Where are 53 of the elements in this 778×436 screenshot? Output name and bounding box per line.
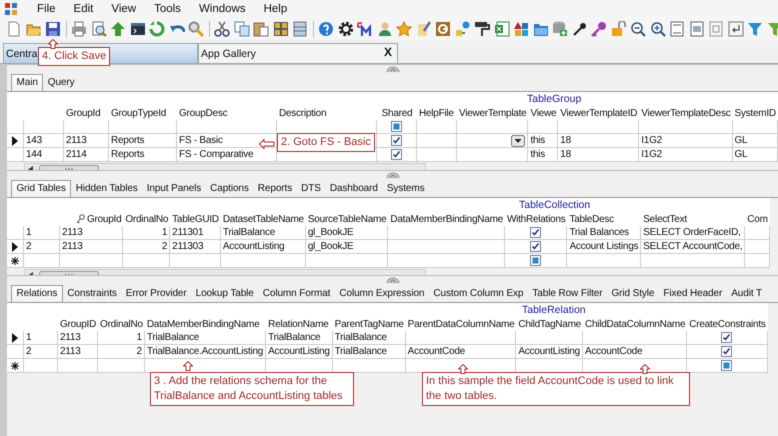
table-cell: I1G2 (639, 134, 732, 148)
table-cell: this (528, 134, 558, 148)
grid-title: TableRelation (522, 304, 586, 316)
callout-tooltip: In this sample the field AccountCode is used to link the two tables. (422, 372, 690, 406)
table-cell: 2113 (58, 331, 98, 345)
table-cell: 1 (24, 331, 58, 345)
table-cell: 2113 (60, 240, 124, 254)
table-cell: GL (732, 148, 778, 162)
table-cell: TrialBalance (266, 331, 333, 345)
table-cell: SELECT AccountCode, (641, 240, 746, 254)
grid-title: TableCollection (519, 199, 590, 211)
table-cell: 211301 (170, 226, 221, 240)
table-cell: 144 (24, 148, 64, 162)
table-cell: this (528, 148, 558, 162)
callout-tooltip: 4. Click Save (38, 47, 110, 66)
callout-tooltip: 2. Goto FS - Basic (277, 133, 375, 152)
table-cell: TrialBalance (332, 345, 406, 359)
table-cell: I1G2 (639, 148, 732, 162)
table-cell: AccountListing (516, 345, 583, 359)
table-cell: FS - Comparative (177, 148, 277, 162)
table-cell: 2113 (58, 345, 98, 359)
table-cell: 143 (24, 134, 64, 148)
table-cell: TrialBalance (144, 331, 266, 345)
table-cell: SELECT OrderFaceID, (641, 226, 746, 240)
table-cell: TrialBalance (220, 226, 306, 240)
table-cell: Account Listings (567, 240, 642, 254)
table-cell: 2 (123, 240, 170, 254)
table-cell: 1 (98, 331, 145, 345)
table-cell: 18 (558, 134, 640, 148)
table-cell: 1 (24, 226, 60, 240)
table-cell: AccountCode (582, 345, 688, 359)
table-cell: 1 (123, 226, 170, 240)
table-cell: 18 (558, 148, 640, 162)
table-cell: AccountCode (406, 345, 516, 359)
table-cell: GL (732, 134, 778, 148)
table-cell: TrialBalance.AccountListing (144, 345, 266, 359)
table-cell: gl_BookJE (306, 240, 388, 254)
table-cell: gl_BookJE (306, 226, 388, 240)
table-cell: Reports (109, 134, 177, 148)
table-cell: Trial Balances (567, 226, 642, 240)
table-cell: 2 (24, 345, 58, 359)
table-cell: AccountListing (220, 240, 306, 254)
grid-title: TableGroup (527, 93, 582, 105)
callout-tooltip: 3 . Add the relations schema for the TrialBalance and AccountListing tables (150, 372, 354, 406)
table-cell: 2113 (60, 226, 124, 240)
table-cell: 211303 (170, 240, 221, 254)
table-cell: 2 (98, 345, 145, 359)
table-cell: 2113 (64, 134, 109, 148)
table-cell: Reports (109, 148, 177, 162)
table-cell: 2114 (64, 148, 109, 162)
table-cell: 2 (24, 240, 60, 254)
table-cell: AccountListing (266, 345, 333, 359)
table-cell: TrialBalance (332, 331, 406, 345)
